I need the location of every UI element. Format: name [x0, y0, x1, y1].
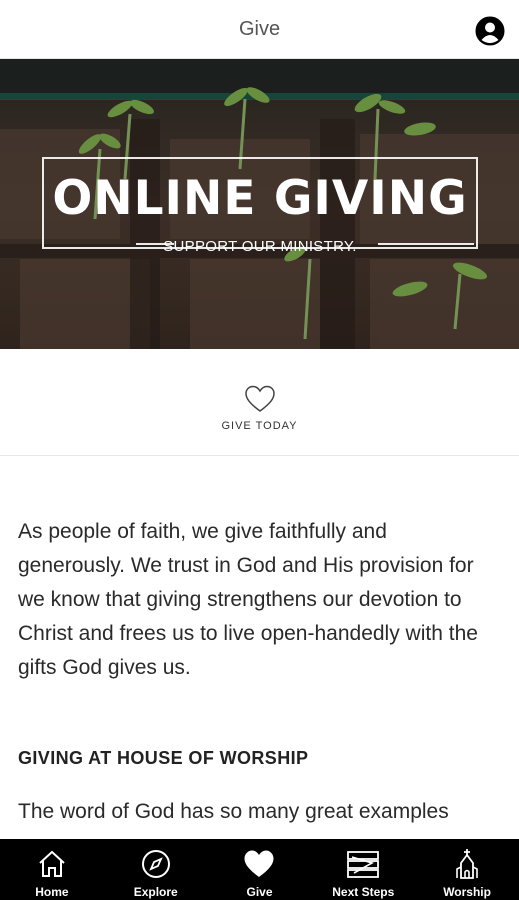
hero-subtitle: SUPPORT OUR MINISTRY.: [163, 237, 357, 255]
hero-subtitle-line-right: [378, 243, 474, 245]
tab-give-label: Give: [246, 885, 273, 899]
intro-paragraph: As people of faith, we give faithfully a…: [18, 520, 478, 679]
church-icon: [456, 849, 478, 879]
tab-home-label: Home: [35, 885, 69, 899]
tab-worship-label: Worship: [443, 885, 491, 899]
hero-subtitle-row: SUPPORT OUR MINISTRY.: [40, 235, 480, 257]
tab-explore-label: Explore: [133, 885, 178, 899]
home-icon: [39, 850, 65, 877]
profile-button[interactable]: [475, 16, 505, 46]
tab-home[interactable]: Home: [0, 839, 104, 900]
hero-banner: ONLINE GIVING SUPPORT OUR MINISTRY.: [0, 59, 519, 349]
heart-icon: [244, 850, 274, 877]
giving-paragraph: The word of God has so many great exampl…: [18, 800, 449, 823]
tab-give[interactable]: Give: [208, 839, 312, 900]
give-today-label: GIVE TODAY: [221, 420, 298, 432]
user-circle-icon: [475, 16, 505, 46]
steps-icon: [347, 851, 380, 878]
tab-explore[interactable]: Explore: [104, 839, 208, 900]
give-today-section: GIVE TODAY: [0, 349, 519, 456]
tab-next-steps-label: Next Steps: [332, 885, 395, 899]
intro-section: As people of faith, we give faithfully a…: [18, 515, 498, 685]
heart-outline-icon: [244, 385, 275, 412]
page-title: Give: [238, 17, 281, 40]
section-heading: GIVING AT HOUSE OF WORSHIP: [18, 748, 309, 768]
bottom-tab-bar: Home Explore Give Next Steps Worship: [0, 839, 519, 900]
hero-title: ONLINE GIVING: [52, 171, 468, 226]
tab-worship[interactable]: Worship: [415, 839, 519, 900]
app-header: Give: [0, 0, 519, 59]
compass-icon: [141, 850, 170, 878]
give-today-button[interactable]: GIVE TODAY: [221, 372, 297, 432]
tab-next-steps[interactable]: Next Steps: [311, 839, 415, 900]
